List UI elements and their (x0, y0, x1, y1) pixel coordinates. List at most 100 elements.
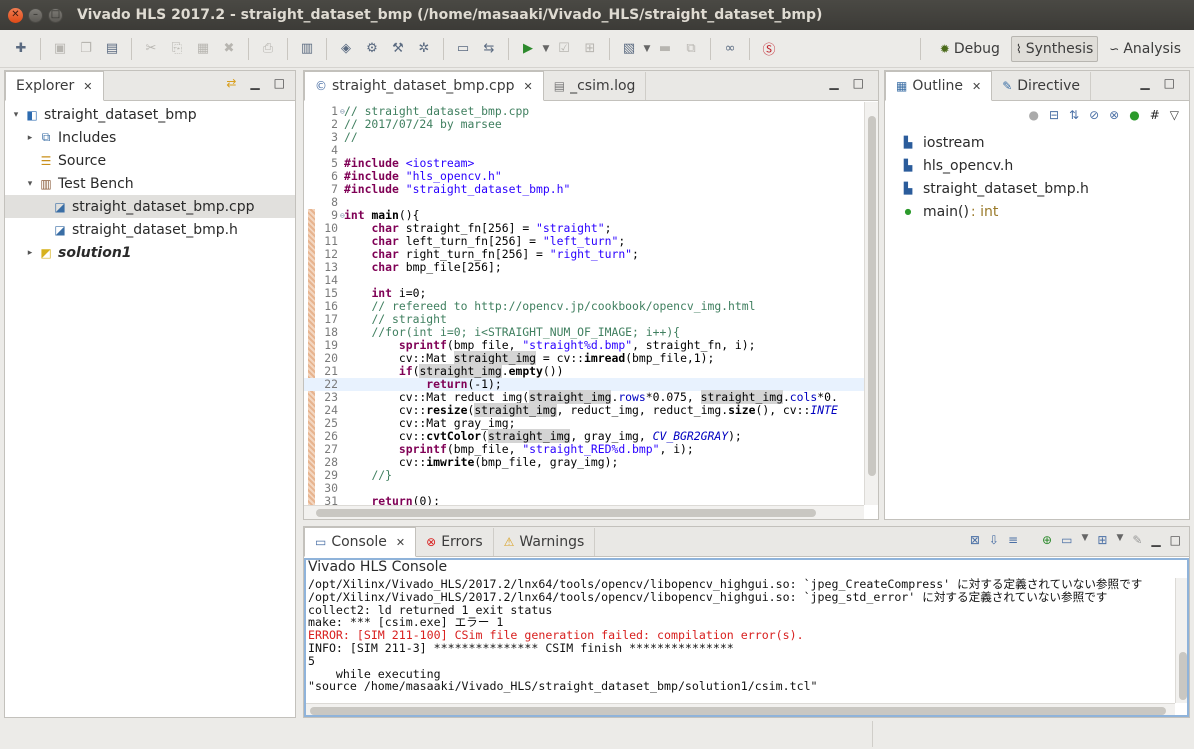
new-solution-icon[interactable]: ◈ (336, 39, 356, 59)
open-viewer-icon[interactable]: ▭ (453, 39, 473, 59)
open-dropdown-icon[interactable]: ▼ (1116, 533, 1123, 547)
debug-perspective-button[interactable]: ✹ Debug (935, 36, 1005, 62)
save-all-icon[interactable]: ▤ (102, 39, 122, 59)
open-analysis-icon[interactable]: ▬ (655, 39, 675, 59)
tab-explorer[interactable]: Explorer ✕ (5, 71, 104, 101)
export-rtl-icon[interactable]: ▧ (619, 39, 639, 59)
expand-arrow-icon[interactable]: ▾ (9, 110, 23, 120)
hide-macros-icon[interactable]: # (1150, 108, 1160, 122)
code-editor[interactable]: 1 ⊖// straight_dataset_bmp.cpp 2// 2017/07… (304, 102, 864, 505)
tab-warnings[interactable]: ⚠ Warnings (494, 528, 596, 556)
code-text: //} (371, 468, 393, 482)
tab-outline[interactable]: ▦ Outline ✕ (885, 71, 993, 101)
compare-reports-icon[interactable]: ⇆ (479, 39, 499, 59)
scrollbar-thumb[interactable] (310, 707, 1166, 715)
analysis-perspective-button[interactable]: ∽ Analysis (1104, 36, 1186, 62)
outline-item-label: straight_dataset_bmp.h (923, 180, 1089, 197)
view-menu-icon[interactable]: ▽ (1170, 108, 1179, 122)
hide-nonpublic-icon[interactable]: ● (1129, 108, 1139, 122)
scrollbar-thumb[interactable] (868, 116, 876, 476)
hide-fields-icon[interactable]: ⊘ (1089, 108, 1099, 122)
index-source-icon[interactable]: ✲ (414, 39, 434, 59)
close-icon[interactable]: ✕ (396, 536, 405, 549)
sync-icon[interactable]: ● (1028, 108, 1038, 122)
title-bar: ✕ – □ Vivado HLS 2017.2 - straight_datas… (0, 0, 1194, 30)
display-dropdown-icon[interactable]: ▼ (1081, 533, 1088, 547)
window-minimize-button[interactable]: – (28, 7, 43, 23)
synthesis-perspective-button[interactable]: ⌇ Synthesis (1010, 36, 1099, 62)
delete-icon[interactable]: ✖ (219, 39, 239, 59)
close-icon[interactable]: ✕ (83, 80, 92, 93)
tree-item[interactable]: ▸ ◩ solution1 (5, 241, 295, 264)
outline-item[interactable]: ▙ straight_dataset_bmp.h (901, 177, 1089, 200)
code-line: 31 return(0); (304, 495, 864, 506)
run-dropdown-icon[interactable]: ▼ (541, 44, 551, 54)
open-wave-viewer-icon[interactable]: ∞ (720, 39, 740, 59)
help-icon[interactable]: Ⓢ (759, 39, 779, 59)
open-report-icon[interactable]: ▥ (297, 39, 317, 59)
tree-item[interactable]: ▾ ▥ Test Bench (5, 172, 295, 195)
maximize-icon[interactable]: □ (274, 76, 285, 90)
console-vertical-scrollbar[interactable] (1175, 578, 1189, 703)
tree-item[interactable]: ▾ ◧ straight_dataset_bmp (5, 103, 295, 126)
minimize-icon[interactable]: ▁ (1151, 533, 1160, 547)
display-console-icon[interactable]: ▭ (1061, 533, 1072, 547)
console-output[interactable]: /opt/Xilinx/Vivado_HLS/2017.2/lnx64/tool… (305, 578, 1175, 703)
tab-errors[interactable]: ⊗ Errors (416, 528, 494, 556)
compare-icon[interactable]: ⧉ (681, 39, 701, 59)
tab-directive[interactable]: ✎ Directive (992, 72, 1091, 100)
scroll-lock-icon[interactable]: ⇩ (989, 533, 999, 547)
scrollbar-thumb[interactable] (1179, 652, 1187, 700)
window-maximize-button[interactable]: □ (48, 7, 63, 23)
editor-vertical-scrollbar[interactable] (864, 102, 878, 505)
close-icon[interactable]: ✕ (972, 80, 981, 93)
editor-horizontal-scrollbar[interactable] (304, 505, 864, 519)
pin-console-icon[interactable]: ⊕ (1042, 533, 1052, 547)
run-synthesis-icon[interactable]: ☑ (554, 39, 574, 59)
window-close-button[interactable]: ✕ (8, 7, 23, 23)
tree-item[interactable]: ☰ Source (5, 149, 295, 172)
copy-icon[interactable]: ⎘ (167, 39, 187, 59)
edit-icon[interactable]: ✎ (1132, 533, 1142, 547)
maximize-icon[interactable]: □ (853, 76, 864, 90)
outline-item[interactable]: ● main(): int (901, 200, 1089, 223)
close-icon[interactable]: ✕ (524, 80, 533, 93)
sort-icon[interactable]: ⇅ (1069, 108, 1079, 122)
save-icon[interactable]: ▣ (50, 39, 70, 59)
outline-item[interactable]: ▙ hls_opencv.h (901, 154, 1089, 177)
print-icon[interactable]: ⎙ (258, 39, 278, 59)
run-c-simulation-icon[interactable]: ▶ (518, 39, 538, 59)
hide-static-icon[interactable]: ⊗ (1109, 108, 1119, 122)
tab-console[interactable]: ▭ Console ✕ (304, 527, 417, 557)
run-cosimulation-icon[interactable]: ⊞ (580, 39, 600, 59)
word-wrap-icon[interactable]: ≡ (1008, 533, 1018, 547)
minimize-icon[interactable]: ▁ (829, 76, 838, 90)
project-settings-icon[interactable]: ⚙ (362, 39, 382, 59)
tab-cpp-file[interactable]: © straight_dataset_bmp.cpp ✕ (304, 71, 544, 101)
minimize-icon[interactable]: ▁ (1140, 76, 1149, 90)
clear-console-icon[interactable]: ⊠ (970, 533, 980, 547)
code-text: #include "straight_dataset_bmp.h" (344, 182, 571, 196)
save-as-icon[interactable]: ❐ (76, 39, 96, 59)
tab-csim-log[interactable]: ▤ _csim.log (544, 72, 647, 100)
tree-item[interactable]: ◪ straight_dataset_bmp.cpp (5, 195, 295, 218)
cut-icon[interactable]: ✂ (141, 39, 161, 59)
collapse-arrow-icon[interactable]: ▸ (23, 133, 37, 143)
minimize-icon[interactable]: ▁ (250, 76, 259, 90)
tree-item[interactable]: ◪ straight_dataset_bmp.h (5, 218, 295, 241)
tree-item[interactable]: ▸ ⧉ Includes (5, 126, 295, 149)
maximize-icon[interactable]: □ (1164, 76, 1175, 90)
collapse-all-icon[interactable]: ⊟ (1049, 108, 1059, 122)
maximize-icon[interactable]: □ (1170, 533, 1181, 547)
paste-icon[interactable]: ▦ (193, 39, 213, 59)
collapse-arrow-icon[interactable]: ▸ (23, 248, 37, 258)
new-file-icon[interactable]: ✚ (11, 39, 31, 59)
console-horizontal-scrollbar[interactable] (304, 703, 1175, 717)
scrollbar-thumb[interactable] (316, 509, 816, 517)
expand-arrow-icon[interactable]: ▾ (23, 179, 37, 189)
solution-settings-icon[interactable]: ⚒ (388, 39, 408, 59)
export-dropdown-icon[interactable]: ▼ (642, 44, 652, 54)
open-console-icon[interactable]: ⊞ (1097, 533, 1107, 547)
link-editor-icon[interactable]: ⇄ (226, 76, 236, 90)
outline-item[interactable]: ▙ iostream (901, 131, 1089, 154)
